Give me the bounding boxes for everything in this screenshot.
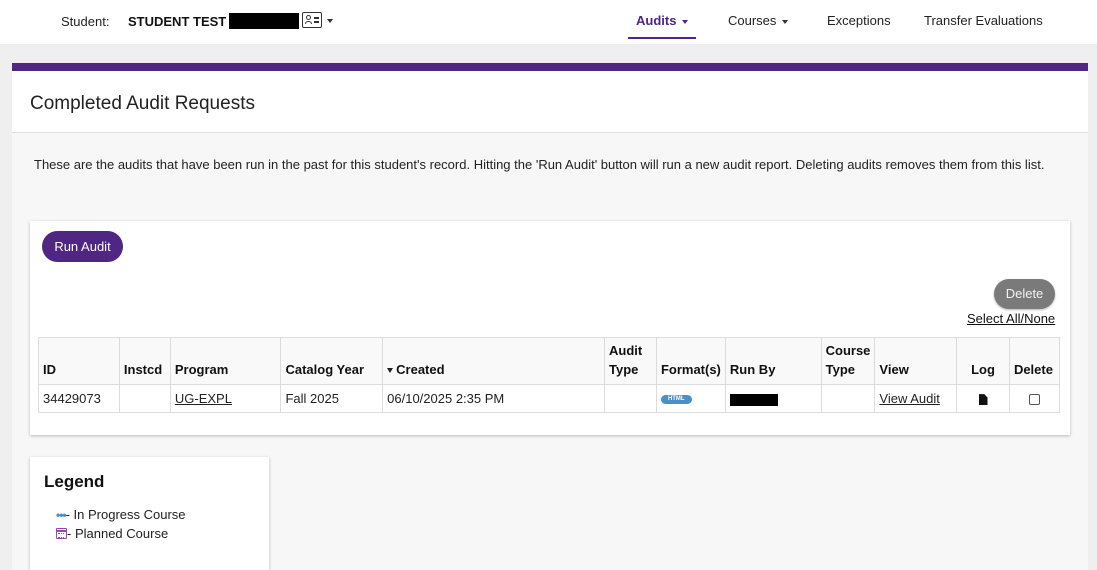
nav-exceptions[interactable]: Exceptions	[827, 13, 891, 28]
col-view: View	[874, 337, 958, 385]
program-link[interactable]: UG-EXPL	[175, 391, 232, 406]
col-instcd: Instcd	[118, 337, 171, 385]
col-delete: Delete	[1008, 337, 1061, 385]
view-audit-link[interactable]: View Audit	[879, 391, 939, 406]
col-formats: Format(s)	[655, 337, 726, 385]
col-catalog-year: Catalog Year	[280, 337, 384, 385]
redacted-student-id	[229, 13, 299, 29]
nav-transfer-evaluations[interactable]: Transfer Evaluations	[924, 13, 1043, 28]
cell-course-type	[820, 384, 876, 413]
nav-audits[interactable]: Audits	[636, 13, 689, 28]
cell-view: View Audit	[874, 384, 958, 413]
in-progress-dots-icon: •••	[56, 508, 67, 522]
cell-instcd	[118, 384, 171, 413]
nav-active-indicator	[628, 37, 696, 39]
delete-checkbox[interactable]	[1028, 394, 1040, 406]
student-label: Student:	[61, 14, 110, 29]
page-title: Completed Audit Requests	[30, 93, 255, 114]
page-description: These are the audits that have been run …	[34, 157, 1045, 172]
cell-run-by	[724, 384, 822, 413]
table-row: 34429073 UG-EXPL Fall 2025 06/10/2025 2:…	[38, 384, 1061, 413]
col-id: ID	[38, 337, 120, 385]
col-run-by: Run By	[724, 337, 822, 385]
legend-in-progress-label: - In Progress Course	[65, 507, 186, 522]
col-audit-type: Audit Type	[604, 337, 657, 385]
select-all-none-link[interactable]: Select All/None	[967, 311, 1055, 326]
calendar-icon	[56, 528, 67, 539]
chevron-down-icon	[782, 19, 789, 24]
col-created[interactable]: Created	[382, 337, 606, 385]
cell-log	[956, 384, 1010, 413]
delete-button[interactable]: Delete	[994, 279, 1055, 309]
cell-created: 06/10/2025 2:35 PM	[382, 384, 606, 413]
html-format-badge[interactable]: HTML	[660, 395, 692, 405]
student-name: STUDENT TEST /	[128, 14, 234, 29]
chevron-down-icon	[682, 19, 689, 24]
run-audit-button[interactable]: Run Audit	[42, 231, 123, 262]
cell-delete	[1008, 384, 1061, 413]
legend-title: Legend	[44, 472, 105, 491]
col-log: Log	[956, 337, 1010, 385]
card-header: Completed Audit Requests	[12, 71, 1088, 133]
cell-program: UG-EXPL	[169, 384, 282, 413]
top-bar: Student: STUDENT TEST / Audits Courses E…	[0, 0, 1097, 44]
cell-format: HTML	[655, 384, 726, 413]
legend-planned: - Planned Course	[56, 526, 168, 541]
nav-courses[interactable]: Courses	[728, 13, 789, 28]
legend-panel: Legend •••- In Progress Course - Planned…	[30, 457, 269, 570]
redacted-run-by	[729, 393, 778, 406]
audit-panel: Run Audit Delete Select All/None ID Inst…	[30, 221, 1070, 435]
nav-audits-label: Audits	[636, 13, 677, 28]
nav-courses-label: Courses	[728, 13, 777, 28]
student-dropdown-caret-icon[interactable]	[327, 19, 333, 23]
cell-id: 34429073	[38, 384, 120, 413]
document-icon[interactable]	[978, 394, 988, 406]
legend-planned-label: - Planned Course	[67, 526, 169, 541]
col-program: Program	[169, 337, 282, 385]
col-created-label: Created	[396, 362, 445, 377]
table-header-row: ID Instcd Program Catalog Year Created A…	[38, 337, 1061, 385]
legend-in-progress: •••- In Progress Course	[56, 507, 186, 522]
id-card-icon[interactable]	[302, 12, 322, 28]
sort-desc-icon	[387, 368, 394, 374]
cell-catalog-year: Fall 2025	[280, 384, 384, 413]
audits-table: ID Instcd Program Catalog Year Created A…	[38, 337, 1061, 413]
col-course-type: Course Type	[820, 337, 876, 385]
main-card: Completed Audit Requests These are the a…	[12, 63, 1088, 570]
cell-audit-type	[604, 384, 657, 413]
